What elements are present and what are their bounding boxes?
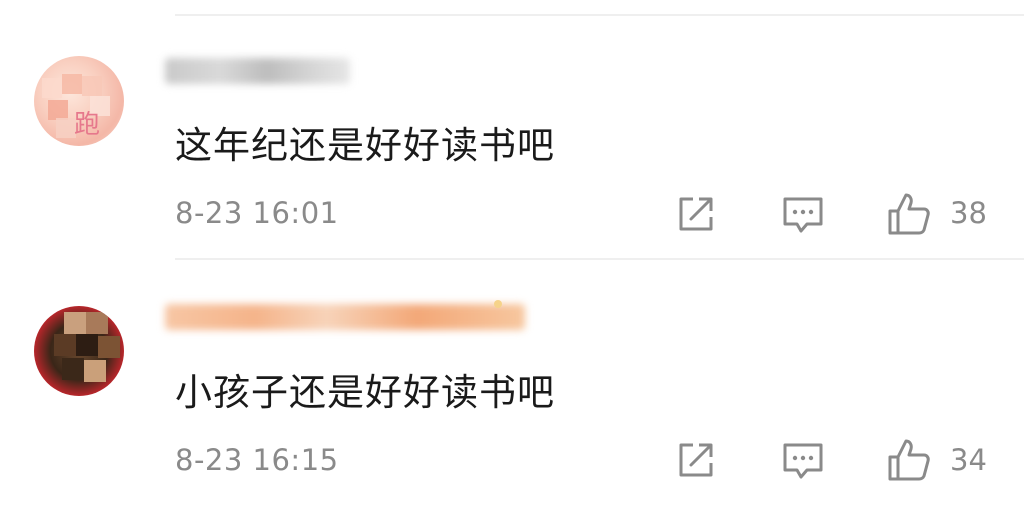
thumbs-up-icon bbox=[888, 193, 930, 235]
comment-timestamp: 8-23 16:01 bbox=[175, 196, 339, 230]
divider bbox=[175, 258, 1024, 260]
comment-icon bbox=[783, 197, 823, 233]
badge-icon bbox=[494, 300, 502, 308]
comment-text: 这年纪还是好好读书吧 bbox=[175, 124, 555, 167]
like-count: 38 bbox=[950, 196, 987, 230]
share-icon bbox=[679, 443, 713, 477]
reply-button[interactable] bbox=[781, 440, 825, 482]
avatar[interactable]: 跑 bbox=[34, 56, 124, 146]
comment-text: 小孩子还是好好读书吧 bbox=[175, 371, 555, 414]
username-redacted[interactable] bbox=[165, 58, 350, 84]
share-button[interactable] bbox=[675, 439, 717, 481]
comment-icon bbox=[783, 443, 823, 479]
like-button[interactable] bbox=[886, 437, 932, 483]
reply-button[interactable] bbox=[781, 194, 825, 236]
like-button[interactable] bbox=[886, 191, 932, 237]
like-count: 34 bbox=[950, 443, 987, 477]
username-redacted[interactable] bbox=[165, 304, 525, 330]
share-icon bbox=[679, 197, 713, 231]
avatar[interactable] bbox=[34, 306, 124, 396]
avatar-glyph: 跑 bbox=[74, 110, 101, 140]
divider-top bbox=[175, 14, 1024, 16]
thumbs-up-icon bbox=[888, 439, 930, 481]
comment-timestamp: 8-23 16:15 bbox=[175, 443, 339, 477]
share-button[interactable] bbox=[675, 193, 717, 235]
